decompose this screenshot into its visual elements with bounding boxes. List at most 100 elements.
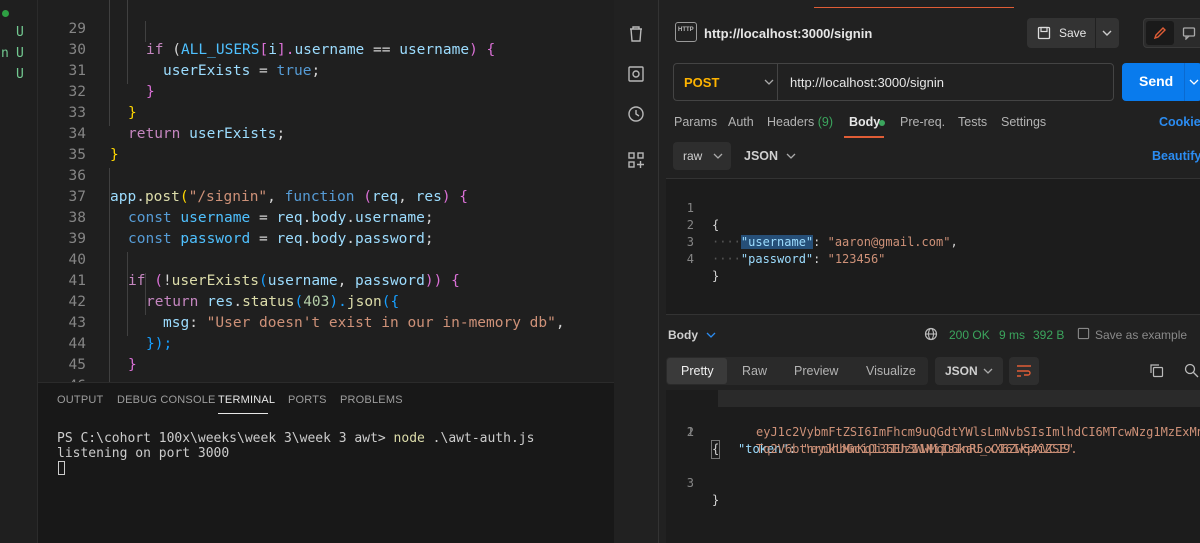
vscode-window: U n U U 29 if (ALL_USERS[i].username == …	[0, 0, 614, 543]
tab-terminal[interactable]: TERMINAL	[218, 394, 275, 406]
code-line: 30 userExists = true;	[68, 42, 321, 79]
code-line: 29 if (ALL_USERS[i].username == username…	[68, 21, 496, 58]
tab-preview[interactable]: Preview	[794, 364, 838, 378]
panel-tabs: OUTPUT DEBUG CONSOLE TERMINAL PORTS PROB…	[38, 383, 614, 417]
wrap-lines-icon	[1017, 365, 1031, 377]
terminal-command-line: PS C:\cohort 100x\weeks\week 3\week 3 aw…	[57, 431, 535, 446]
save-as-example-button[interactable]: Save as example	[1095, 328, 1187, 342]
chevron-down-icon[interactable]	[786, 153, 796, 160]
code-line: 3 }	[686, 476, 720, 507]
save-icon	[1037, 26, 1051, 40]
response-size[interactable]: 392 B	[1033, 328, 1064, 342]
tab-params[interactable]: Params	[674, 115, 717, 129]
chevron-down-icon[interactable]	[1189, 79, 1199, 86]
chevron-down-icon	[983, 368, 993, 374]
body-format-select[interactable]: JSON	[744, 149, 778, 163]
chevron-down-icon[interactable]	[764, 79, 774, 86]
response-status[interactable]: 200 OK	[949, 328, 990, 342]
cookies-link[interactable]: Cookies	[1159, 115, 1200, 129]
tab-pretty[interactable]: Pretty	[681, 364, 714, 378]
response-format-select[interactable]: JSON	[935, 357, 1003, 385]
comments-icon[interactable]	[1182, 26, 1196, 40]
code-line: 42 msg: "User doesn't exist in our in-me…	[68, 294, 565, 331]
response-time[interactable]: 9 ms	[999, 328, 1025, 342]
save-icon	[1077, 327, 1090, 340]
code-line: 44 }	[68, 336, 137, 373]
tab-body[interactable]: Body	[849, 115, 880, 129]
edit-mode-button[interactable]	[1146, 21, 1174, 45]
send-button[interactable]: Send	[1122, 63, 1200, 101]
code-line: 46 var token = jwt.sign({ username: user…	[38, 355, 614, 382]
scm-status-dot	[2, 10, 9, 17]
body-mode-select[interactable]: raw	[673, 142, 731, 170]
wrap-lines-button[interactable]	[1009, 357, 1039, 385]
tab-settings[interactable]: Settings	[1001, 115, 1046, 129]
postman-request-pane: HTTP http://localhost:3000/signin Save P…	[659, 0, 1200, 543]
code-line: 1 {	[686, 201, 720, 232]
code-line: 41 return res.status(403).json({	[68, 273, 400, 310]
scm-badge-untracked: U	[16, 25, 24, 40]
code-line: 2 "token": "eyJhbGciOiJIUzI1NiIsInR5cCI6…	[686, 425, 1200, 456]
tab-output[interactable]: OUTPUT	[57, 394, 103, 406]
copy-icon[interactable]	[1149, 363, 1164, 378]
code-line: 43 });	[68, 315, 173, 352]
code-line: 31 }	[68, 63, 155, 100]
pencil-icon	[1153, 27, 1166, 40]
terminal-cursor	[58, 461, 65, 475]
tab-raw[interactable]: Raw	[742, 364, 767, 378]
code-line: 2 ····"username": "aaron@gmail.com",	[686, 218, 958, 249]
code-line: 36 app.post("/signin", function (req, re…	[68, 168, 469, 205]
code-line: 3 ····"password": "123456"	[686, 235, 886, 266]
tab-visualize[interactable]: Visualize	[866, 364, 916, 378]
history-icon[interactable]	[626, 104, 646, 124]
code-line: 34 }	[68, 126, 119, 163]
body-modified-dot	[879, 120, 885, 126]
terminal-output-line: listening on port 3000	[57, 446, 230, 461]
http-request-icon: HTTP	[675, 22, 697, 42]
view-mode-toggle	[1143, 18, 1200, 48]
request-title[interactable]: http://localhost:3000/signin	[704, 26, 872, 41]
url-input[interactable]: http://localhost:3000/signin	[790, 75, 944, 90]
postman-sidebar	[614, 0, 659, 543]
code-editor[interactable]: 29 if (ALL_USERS[i].username == username…	[38, 0, 614, 382]
active-request-tab-indicator	[814, 0, 1014, 8]
response-body-viewer[interactable]: 1 { 2 "token": "eyJhbGciOiJIUzI1NiIsInR5…	[666, 390, 1200, 543]
tab-headers[interactable]: Headers (9)	[767, 115, 833, 129]
apps-grid-icon[interactable]	[626, 150, 646, 170]
environment-icon[interactable]	[626, 64, 646, 84]
globe-icon[interactable]	[924, 327, 938, 341]
code-line: 35	[68, 147, 86, 163]
search-icon[interactable]	[1184, 363, 1199, 378]
active-tab-indicator	[218, 413, 268, 414]
code-line: 40 if (!userExists(username, password)) …	[68, 252, 460, 289]
active-tab-indicator	[844, 136, 884, 138]
scm-gutter: U n U U	[0, 0, 38, 543]
code-line: 4 }	[686, 252, 720, 283]
request-body-editor[interactable]: 1 { 2 ····"username": "aaron@gmail.com",…	[666, 178, 1200, 315]
tab-ports[interactable]: PORTS	[288, 394, 327, 406]
code-line: 32 }	[68, 84, 137, 121]
code-line: 33 return userExists;	[68, 105, 286, 142]
tab-problems[interactable]: PROBLEMS	[340, 394, 403, 406]
scm-badge-untracked: U	[16, 46, 24, 61]
method-select[interactable]: POST	[684, 75, 719, 90]
code-line: 39	[68, 231, 86, 247]
tab-tests[interactable]: Tests	[958, 115, 987, 129]
scm-prefix: n	[1, 46, 9, 61]
chevron-down-icon[interactable]	[706, 332, 716, 339]
url-bar: POST http://localhost:3000/signin	[673, 63, 1114, 101]
tab-auth[interactable]: Auth	[728, 115, 754, 129]
code-line: 38 const password = req.body.password;	[68, 210, 434, 247]
tab-debug-console[interactable]: DEBUG CONSOLE	[117, 394, 216, 406]
tab-prereq[interactable]: Pre-req.	[900, 115, 945, 129]
save-button[interactable]: Save	[1027, 18, 1119, 48]
current-line-highlight	[718, 390, 1200, 407]
response-body-select[interactable]: Body	[668, 328, 698, 342]
chevron-down-icon[interactable]	[1101, 29, 1113, 37]
postman-window: HTTP http://localhost:3000/signin Save P…	[614, 0, 1200, 543]
beautify-link[interactable]: Beautify	[1152, 149, 1200, 163]
chevron-down-icon	[713, 153, 723, 159]
bottom-panel: OUTPUT DEBUG CONSOLE TERMINAL PORTS PROB…	[38, 382, 614, 543]
code-line: 45	[68, 357, 86, 373]
trash-icon[interactable]	[626, 24, 646, 44]
